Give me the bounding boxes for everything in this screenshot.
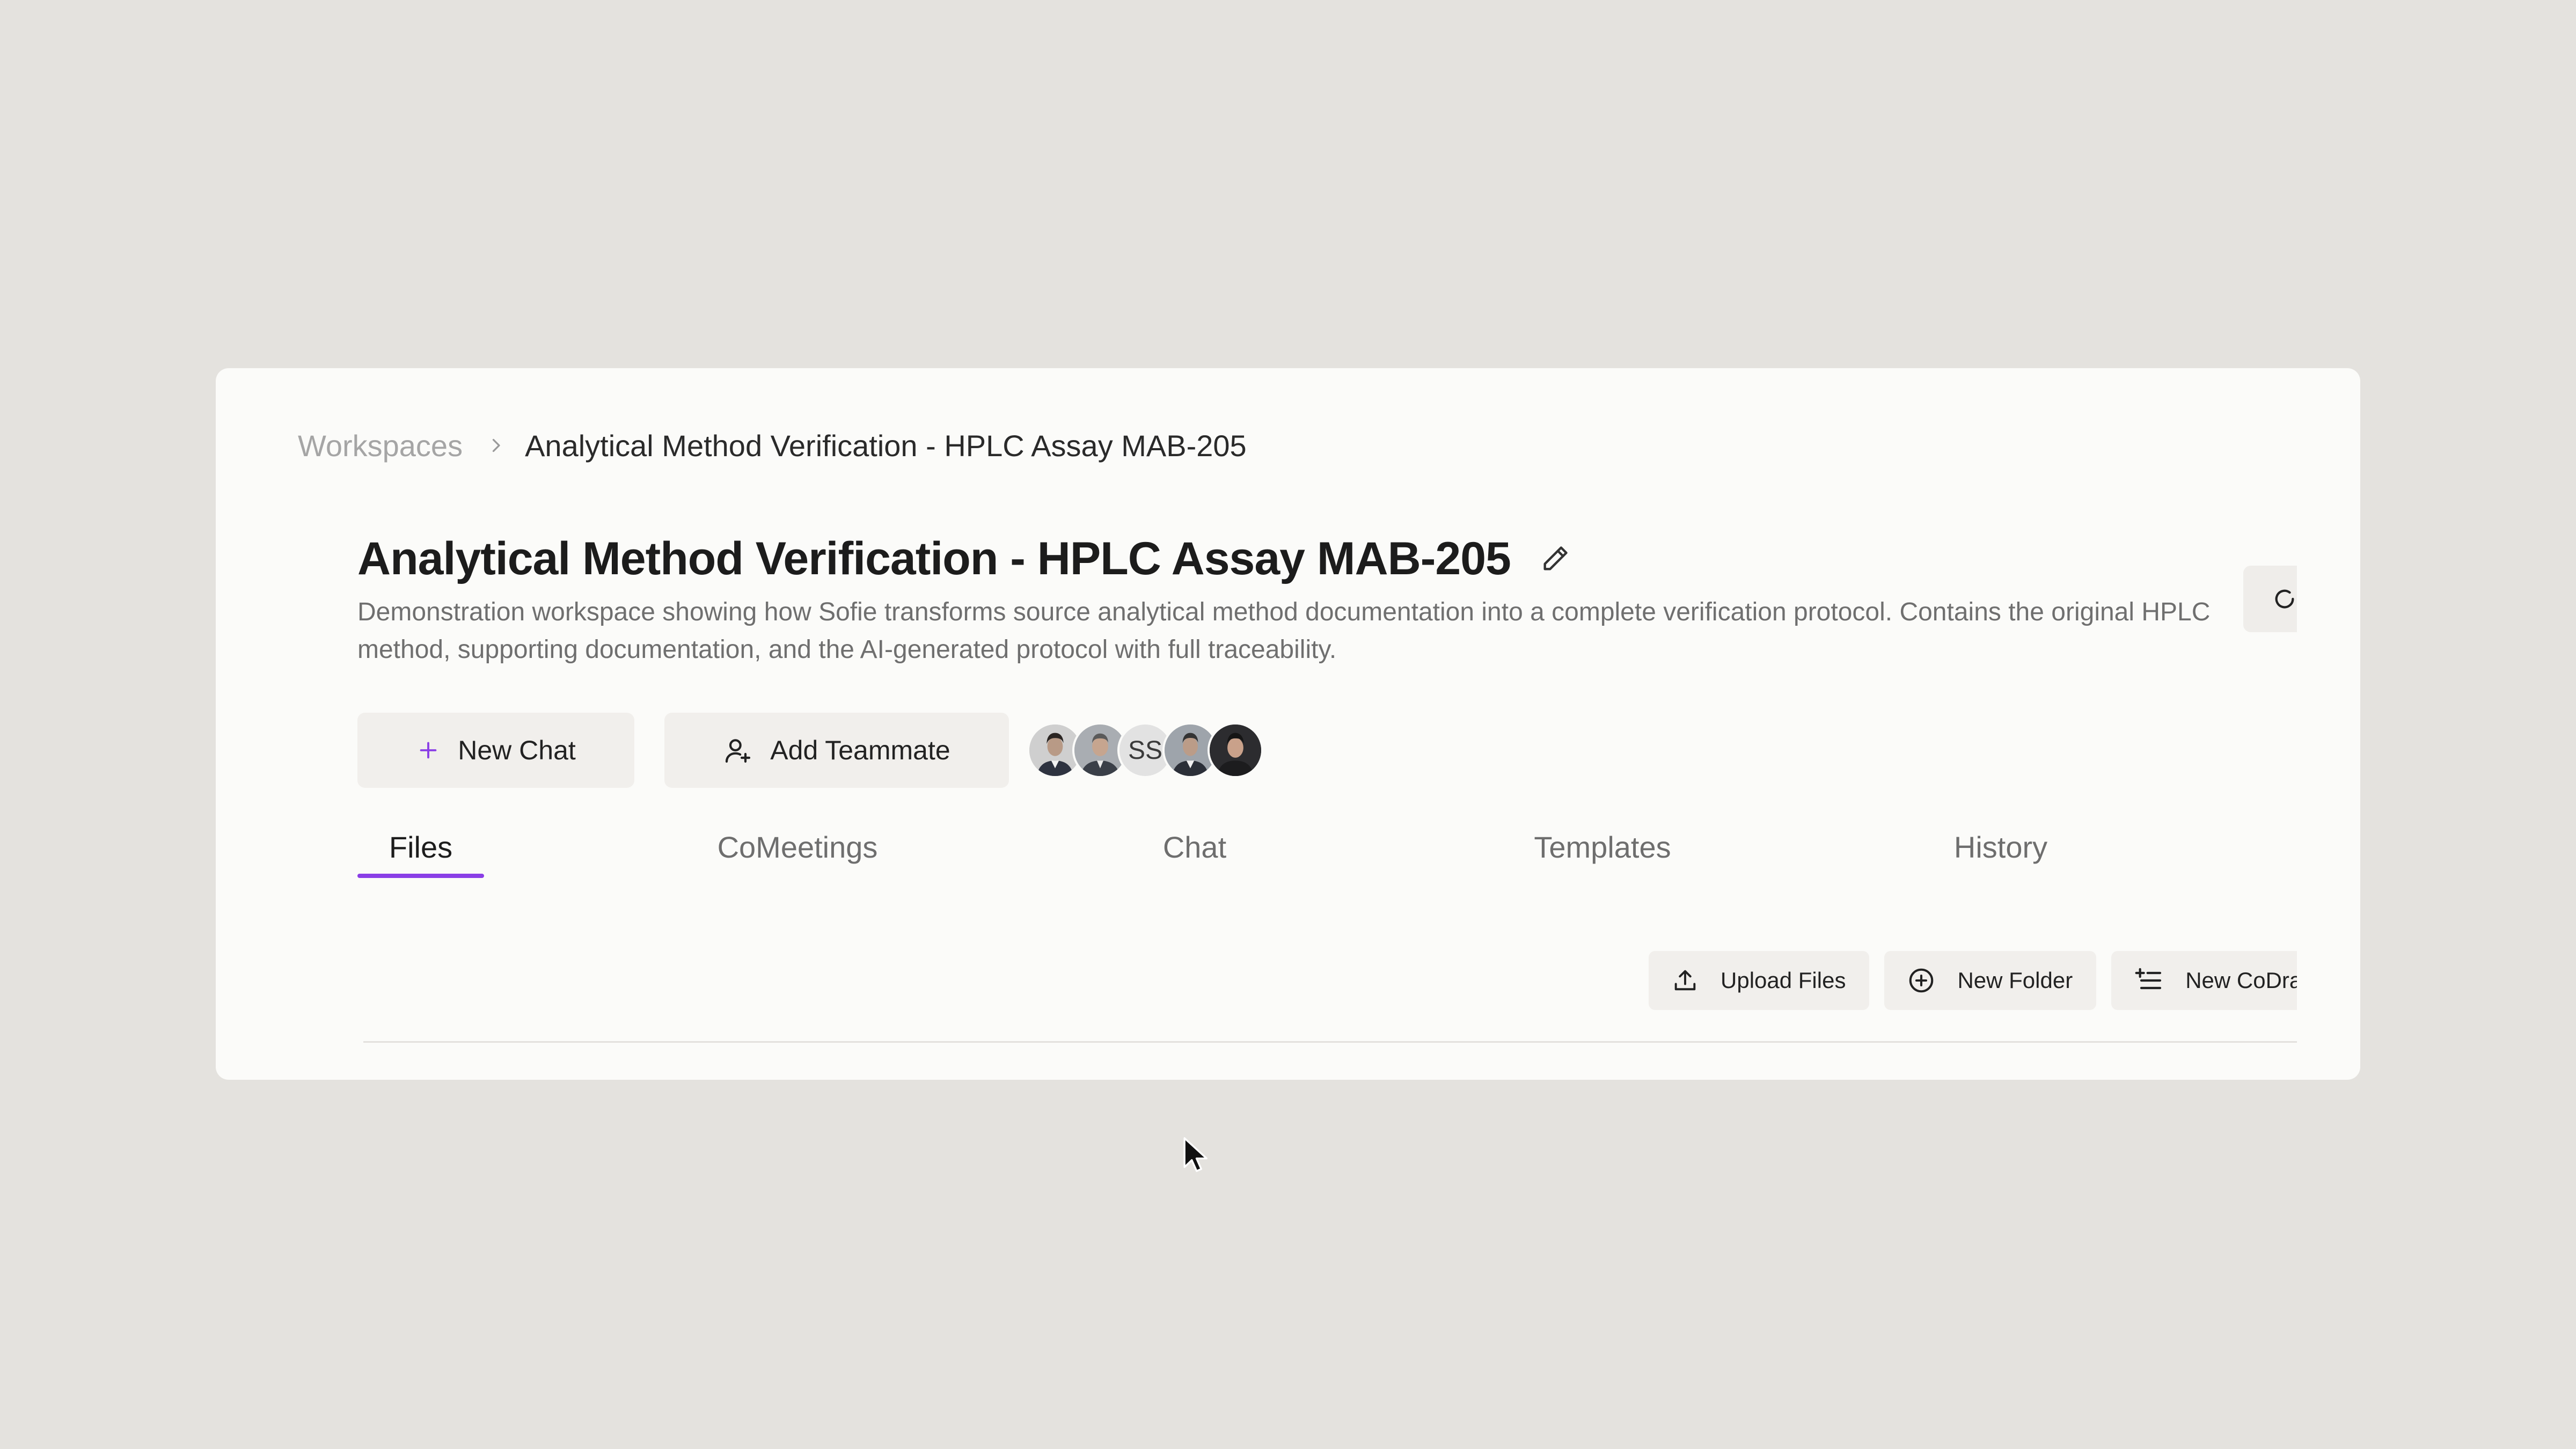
chevron-right-icon [492, 438, 500, 452]
add-teammate-label: Add Teammate [770, 735, 950, 765]
breadcrumb-current: Analytical Method Verification - HPLC As… [525, 428, 1247, 463]
workspace-description: Demonstration workspace showing how Sofi… [357, 598, 2211, 664]
workspace-actions: New Chat Add Teammate SS [357, 713, 1263, 788]
breadcrumb: Workspaces Analytical Method Verificatio… [298, 424, 1247, 467]
list-add-icon [2134, 965, 2164, 996]
title-row: Analytical Method Verification - HPLC As… [357, 529, 1571, 588]
avatar-initials: SS [1128, 736, 1163, 765]
add-user-icon [723, 735, 753, 765]
avatar[interactable] [1208, 722, 1263, 778]
teammate-avatars[interactable]: SS [1027, 722, 1263, 778]
upload-files-button[interactable]: Upload Files [1649, 951, 1870, 1010]
tab-files[interactable]: Files [357, 830, 484, 879]
workspace-card: Workspaces Analytical Method Verificatio… [216, 368, 2360, 1080]
new-folder-label: New Folder [1957, 968, 2073, 993]
add-teammate-button[interactable]: Add Teammate [664, 713, 1009, 788]
page-title: Analytical Method Verification - HPLC As… [357, 532, 1511, 584]
pencil-edit-icon[interactable] [1540, 543, 1571, 574]
person-avatar-4 [1210, 724, 1261, 776]
tab-chat[interactable]: Chat [1141, 830, 1248, 879]
new-folder-button[interactable]: New Folder [1884, 951, 2097, 1010]
upload-icon [1671, 967, 1699, 994]
breadcrumb-workspaces-link[interactable]: Workspaces [298, 428, 463, 463]
tab-templates[interactable]: Templates [1511, 830, 1694, 879]
files-toolbar-row: Upload Files New Folder New CoDra [1649, 951, 2297, 1010]
new-codraft-button[interactable]: New CoDra [2111, 951, 2297, 1010]
plus-circle-icon [1907, 966, 1936, 995]
tab-comeetings[interactable]: CoMeetings [696, 830, 899, 879]
section-divider [363, 1041, 2297, 1043]
files-toolbar: Upload Files New Folder New CoDra [1649, 951, 2297, 1010]
refresh-button[interactable] [2243, 566, 2297, 632]
refresh-icon [2275, 589, 2294, 609]
new-codraft-label: New CoDra [2185, 968, 2297, 993]
tab-history[interactable]: History [1931, 830, 2070, 879]
new-chat-label: New Chat [458, 735, 576, 765]
upload-files-label: Upload Files [1721, 968, 1846, 993]
mouse-pointer-icon [1183, 1137, 1208, 1172]
active-tab-indicator [357, 874, 484, 878]
plus-icon [416, 738, 441, 763]
new-chat-button[interactable]: New Chat [357, 713, 634, 788]
workspace-tabs: Files CoMeetings Chat Templates History [357, 830, 2297, 879]
